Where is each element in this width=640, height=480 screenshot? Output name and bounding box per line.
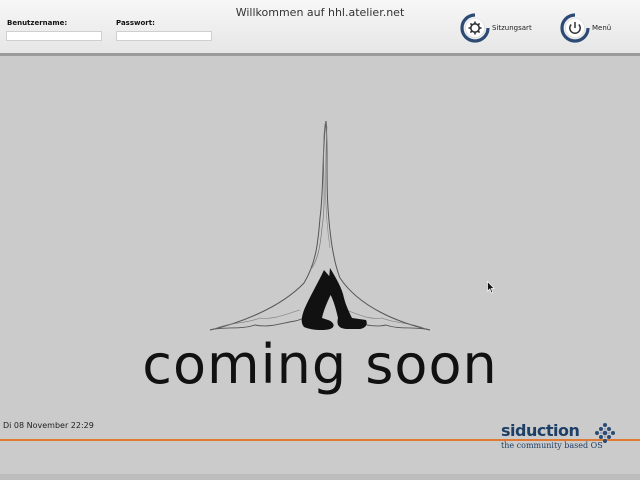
bottom-strip (0, 474, 640, 480)
username-label: Benutzername: (7, 19, 68, 27)
welcome-title: Willkommen auf hhl.atelier.net (235, 6, 405, 19)
username-input[interactable] (6, 31, 102, 41)
gear-icon (460, 13, 490, 43)
logo-tagline: the community based OS (501, 441, 603, 450)
date-time-display: Di 08 November 22:29 (3, 421, 94, 430)
tent-figure-illustration (209, 120, 431, 331)
password-label: Passwort: (116, 19, 155, 27)
password-input[interactable] (116, 31, 212, 41)
logo-wordmark: siduction (501, 421, 580, 440)
login-screen: Willkommen auf hhl.atelier.net Benutzern… (0, 0, 640, 480)
session-type-button[interactable]: Sitzungsart (460, 12, 532, 44)
logo-dots-icon (595, 423, 615, 443)
mouse-cursor-icon (487, 281, 495, 294)
menu-label: Menü (592, 24, 612, 32)
power-icon (560, 13, 590, 43)
session-type-label: Sitzungsart (492, 24, 532, 32)
coming-soon-text: coming soon (142, 333, 498, 396)
menu-button[interactable]: Menü (560, 12, 611, 44)
siduction-logo: siduction the community based OS (498, 420, 640, 454)
top-panel: Willkommen auf hhl.atelier.net Benutzern… (0, 0, 640, 56)
